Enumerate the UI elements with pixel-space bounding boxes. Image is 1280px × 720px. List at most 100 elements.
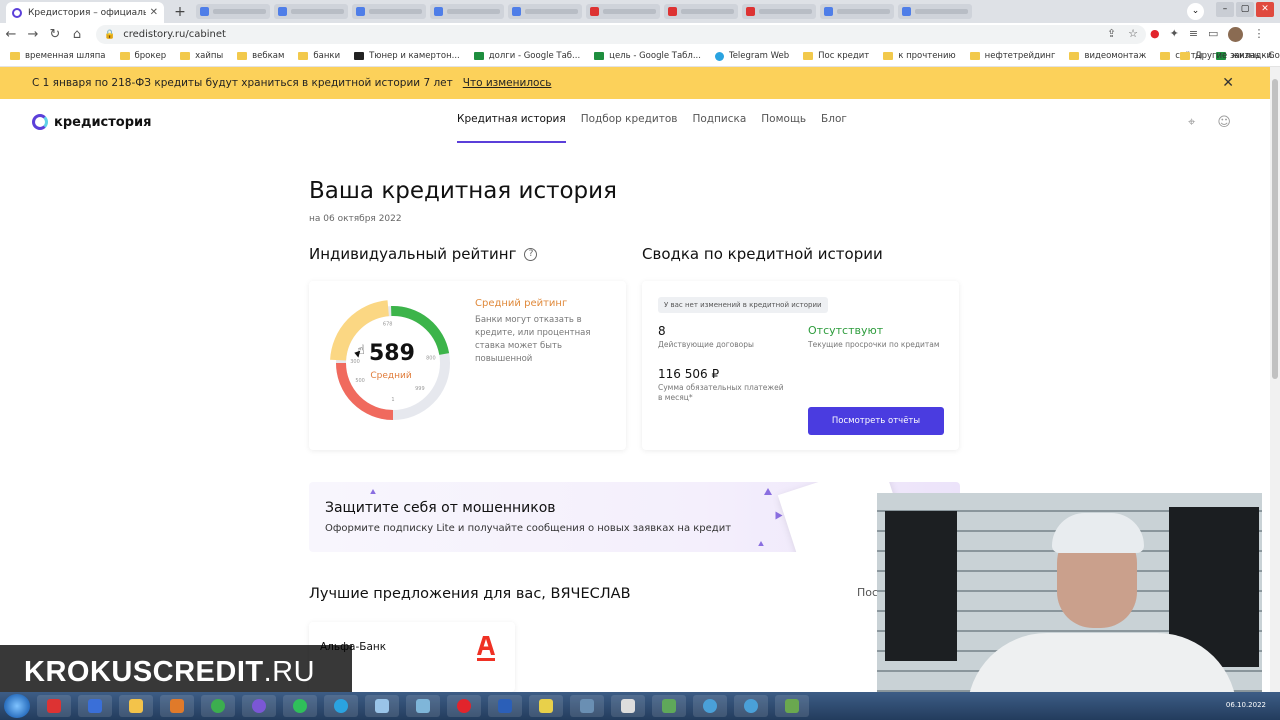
- forward-arrow-icon[interactable]: →: [22, 27, 44, 42]
- bookmark-item[interactable]: временная шляпа: [10, 51, 106, 61]
- reload-icon[interactable]: ↻: [44, 27, 66, 42]
- view-reports-button[interactable]: Посмотреть отчёты: [808, 407, 944, 435]
- taskbar-clock: 06.10.2022: [1225, 701, 1266, 709]
- tab-search-chevron-icon[interactable]: ⌄: [1187, 3, 1204, 20]
- browser-tab[interactable]: [586, 4, 660, 19]
- opera-extension-icon[interactable]: ●: [1150, 27, 1160, 42]
- user-profile-icon[interactable]: ☺: [1217, 115, 1231, 130]
- pdf-taskbar-icon[interactable]: [529, 695, 563, 717]
- bookmark-item[interactable]: Пос кредит: [803, 51, 869, 61]
- bookmark-item[interactable]: хайпы: [180, 51, 223, 61]
- taskbar-app-icon[interactable]: [78, 695, 112, 717]
- browser-tab[interactable]: [664, 4, 738, 19]
- taskbar-app-icon[interactable]: [160, 695, 194, 717]
- page-scrollbar[interactable]: [1270, 67, 1280, 692]
- folder-icon: [1069, 52, 1080, 60]
- browser-tab[interactable]: [352, 4, 426, 19]
- summary-heading: Сводка по кредитной истории: [642, 245, 883, 263]
- nav-blog[interactable]: Блог: [821, 113, 847, 125]
- taskbar-app-icon[interactable]: [652, 695, 686, 717]
- offers-more-link[interactable]: Пос: [857, 586, 878, 599]
- channel-watermark: KROKUSCREDIT .RU: [0, 645, 352, 699]
- taskbar-app-icon[interactable]: [693, 695, 727, 717]
- bookmark-item[interactable]: к прочтению: [883, 51, 956, 61]
- word-taskbar-icon[interactable]: [488, 695, 522, 717]
- site-favicon-icon: [12, 7, 22, 18]
- site-logo[interactable]: кредистория: [32, 114, 152, 130]
- nav-credit-history[interactable]: Кредитная история: [457, 113, 566, 143]
- decor-triangle-icon: [370, 489, 376, 494]
- contracts-value: 8: [658, 324, 666, 338]
- other-bookmarks[interactable]: Другие закладки: [1179, 51, 1272, 61]
- bookmark-item[interactable]: брокер: [119, 51, 166, 61]
- close-window-icon[interactable]: ✕: [1256, 2, 1274, 17]
- fraud-protection-promo[interactable]: Защитите себя от мошенников Оформите под…: [309, 482, 960, 552]
- taskbar-app-icon[interactable]: [775, 695, 809, 717]
- bookmark-item[interactable]: банки: [298, 51, 340, 61]
- browser-tab[interactable]: [742, 4, 816, 19]
- url-text: credistory.ru/cabinet: [123, 29, 226, 40]
- minimize-icon[interactable]: –: [1216, 2, 1234, 17]
- browser-tab[interactable]: [196, 4, 270, 19]
- back-arrow-icon[interactable]: ←: [0, 27, 22, 42]
- bookmark-star-icon[interactable]: ☆: [1128, 27, 1138, 40]
- bookmark-item[interactable]: Тюнер и камертон...: [354, 51, 460, 61]
- browser-tab[interactable]: [820, 4, 894, 19]
- lock-icon[interactable]: 🔒: [104, 30, 115, 40]
- taskbar-app-icon[interactable]: [37, 695, 71, 717]
- bookmark-item[interactable]: видеомонтаж: [1069, 51, 1146, 61]
- browser-tab[interactable]: [508, 4, 582, 19]
- address-bar[interactable]: 🔒 credistory.ru/cabinet ⇪ ☆: [96, 25, 1146, 44]
- viber-taskbar-icon[interactable]: [242, 695, 276, 717]
- bookmark-item[interactable]: нефтетрейдинг: [969, 51, 1055, 61]
- browser-tab[interactable]: [274, 4, 348, 19]
- taskbar-app-icon[interactable]: [570, 695, 604, 717]
- taskbar-app-icon[interactable]: [611, 695, 645, 717]
- nav-help[interactable]: Помощь: [761, 113, 806, 125]
- bookmark-item[interactable]: долги - Google Таб...: [473, 51, 580, 61]
- puzzle-extensions-icon[interactable]: ✦: [1170, 27, 1179, 42]
- whatsapp-taskbar-icon[interactable]: [283, 695, 317, 717]
- side-panel-icon[interactable]: ▭: [1208, 27, 1218, 42]
- close-banner-icon[interactable]: ✕: [1222, 75, 1234, 91]
- tuner-icon: [354, 52, 365, 60]
- profile-avatar[interactable]: [1228, 27, 1244, 42]
- score-level: Средний: [370, 371, 412, 381]
- location-pin-icon[interactable]: ⌖: [1188, 115, 1195, 130]
- folder-icon: [119, 52, 130, 60]
- help-question-icon[interactable]: ?: [524, 248, 538, 261]
- browser-tab[interactable]: [430, 4, 504, 19]
- kebab-menu-icon[interactable]: ⋮: [1253, 27, 1264, 42]
- taskbar-app-icon[interactable]: [119, 695, 153, 717]
- browser-tab-active[interactable]: Кредистория – официальный с ✕: [6, 2, 164, 23]
- payments-label: Сумма обязательных платежей в месяц*: [658, 383, 784, 402]
- hand-cursor-icon: ☝: [357, 343, 365, 358]
- offers-heading: Лучшие предложения для вас, ВЯЧЕСЛАВ: [309, 586, 631, 602]
- folder-icon: [180, 52, 191, 60]
- reading-list-icon[interactable]: ≡: [1189, 27, 1198, 42]
- new-tab-button[interactable]: +: [171, 3, 189, 21]
- opera-taskbar-icon[interactable]: [447, 695, 481, 717]
- bookmark-item[interactable]: цель - Google Табл...: [594, 51, 701, 61]
- browser-tab[interactable]: [898, 4, 972, 19]
- score-value: 589: [369, 341, 415, 366]
- bookmark-item[interactable]: вебкам: [237, 51, 284, 61]
- home-icon[interactable]: ⌂: [66, 27, 88, 42]
- chrome-taskbar-icon[interactable]: [201, 695, 235, 717]
- taskbar-app-icon[interactable]: [365, 695, 399, 717]
- nav-loan-selection[interactable]: Подбор кредитов: [581, 113, 678, 125]
- logo-text: кредистория: [54, 114, 152, 130]
- banner-link[interactable]: Что изменилось: [463, 77, 552, 89]
- telegram-taskbar-icon[interactable]: [324, 695, 358, 717]
- contracts-label: Действующие договоры: [658, 340, 754, 349]
- bookmark-item[interactable]: Telegram Web: [714, 51, 789, 61]
- taskbar-app-icon[interactable]: [734, 695, 768, 717]
- start-button-icon[interactable]: [4, 694, 30, 718]
- taskbar-app-icon[interactable]: [406, 695, 440, 717]
- nav-subscription[interactable]: Подписка: [692, 113, 746, 125]
- close-tab-icon[interactable]: ✕: [150, 7, 158, 18]
- share-icon[interactable]: ⇪: [1107, 27, 1116, 40]
- scroll-thumb[interactable]: [1272, 79, 1278, 379]
- tab-title: Кредистория – официальный с: [28, 7, 146, 18]
- maximize-icon[interactable]: ▢: [1236, 2, 1254, 17]
